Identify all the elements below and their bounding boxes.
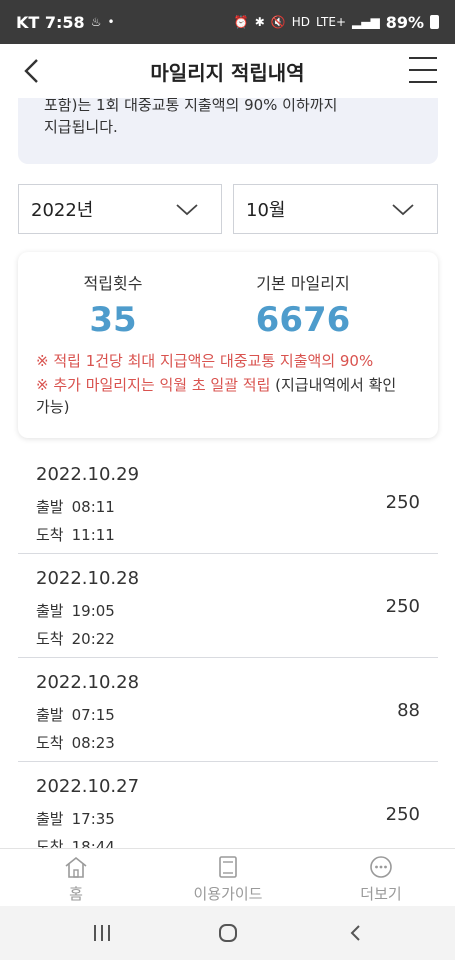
trip-arrival: 도착 08:23 xyxy=(36,732,115,753)
app-header: 마일리지 적립내역 xyxy=(0,44,455,98)
departure-label: 출발 xyxy=(36,706,64,724)
trip-departure: 출발 08:11 xyxy=(36,496,115,517)
trip-date: 2022.10.28 xyxy=(36,568,140,589)
bluetooth-icon: ✱ xyxy=(254,15,265,29)
accrual-count-value: 35 xyxy=(89,300,137,340)
departure-label: 출발 xyxy=(36,498,64,516)
arrival-time: 08:23 xyxy=(71,734,115,752)
chevron-down-icon xyxy=(392,204,414,216)
arrival-label: 도착 xyxy=(36,734,64,752)
book-icon xyxy=(219,856,237,878)
battery-icon xyxy=(430,15,439,29)
accrual-count-stat: 적립횟수 35 xyxy=(63,270,163,340)
trip-arrival: 도착 11:11 xyxy=(36,524,115,545)
accrual-count-label: 적립횟수 xyxy=(83,274,143,293)
hamburger-menu-icon[interactable] xyxy=(409,57,437,83)
list-item: 2022.10.29 출발 08:11 도착 11:11 250 xyxy=(18,450,438,554)
lte-icon: LTE+ xyxy=(316,15,347,29)
departure-time: 19:05 xyxy=(71,602,115,620)
notification-icon: ♨ xyxy=(90,15,102,29)
trip-date: 2022.10.28 xyxy=(36,672,140,693)
year-select[interactable]: 2022년 xyxy=(18,184,222,234)
arrival-time: 18:44 xyxy=(71,838,115,848)
list-item: 2022.10.28 출발 19:05 도착 20:22 250 xyxy=(18,554,438,658)
back-arrow-icon[interactable] xyxy=(18,56,48,86)
trip-mileage-amount: 250 xyxy=(385,804,420,825)
system-nav-bar xyxy=(0,906,455,960)
signal-icon: ▂▄▆ xyxy=(352,15,380,29)
month-select-value: 10월 xyxy=(246,200,286,221)
system-back-icon[interactable] xyxy=(346,923,366,943)
trip-arrival: 도착 18:44 xyxy=(36,836,115,848)
trip-departure: 출발 07:15 xyxy=(36,704,115,725)
more-dots-icon xyxy=(370,856,392,878)
arrival-label: 도착 xyxy=(36,838,64,848)
trip-mileage-amount: 88 xyxy=(397,700,420,721)
arrival-time: 11:11 xyxy=(71,526,115,544)
base-mileage-stat: 기본 마일리지 6676 xyxy=(233,270,373,340)
trip-departure: 출발 17:35 xyxy=(36,808,115,829)
trip-departure: 출발 19:05 xyxy=(36,600,115,621)
departure-time: 07:15 xyxy=(71,706,115,724)
extra-mileage-note: ※ 추가 마일리지는 익월 초 일괄 적립 (지급내역에서 확인 가능) xyxy=(36,374,426,418)
home-icon xyxy=(65,856,87,878)
tab-guide[interactable]: 이용가이드 xyxy=(176,855,280,904)
departure-time: 17:35 xyxy=(71,810,115,828)
tab-home[interactable]: 홈 xyxy=(46,855,106,904)
notice-line-1: 포함)는 1회 대중교통 지출액의 90% 이하까지 xyxy=(44,98,338,114)
extra-mileage-note-gray: (지급내역에서 확인 xyxy=(270,376,397,394)
trip-mileage-amount: 250 xyxy=(385,492,420,513)
list-item: 2022.10.27 출발 17:35 도착 18:44 250 xyxy=(18,762,438,848)
system-home-icon[interactable] xyxy=(218,923,238,943)
base-mileage-value: 6676 xyxy=(255,300,351,340)
trip-mileage-amount: 250 xyxy=(385,596,420,617)
page-title: 마일리지 적립내역 xyxy=(150,60,305,85)
list-item: 2022.10.28 출발 07:15 도착 08:23 88 xyxy=(18,658,438,762)
departure-label: 출발 xyxy=(36,810,64,828)
extra-mileage-note-line2: 가능) xyxy=(36,398,70,416)
arrival-time: 20:22 xyxy=(71,630,115,648)
recent-apps-icon[interactable] xyxy=(92,923,112,943)
battery-percent: 89% xyxy=(385,12,424,32)
bottom-tab-bar: 홈 이용가이드 더보기 xyxy=(0,848,455,906)
notice-box: 포함)는 1회 대중교통 지출액의 90% 이하까지 지급됩니다. xyxy=(18,98,438,164)
trip-arrival: 도착 20:22 xyxy=(36,628,115,649)
carrier-time: KT 7:58 xyxy=(16,12,85,32)
max-payment-note: ※ 적립 1건당 최대 지급액은 대중교통 지출액의 90% xyxy=(36,352,374,370)
base-mileage-label: 기본 마일리지 xyxy=(256,274,350,293)
trip-date: 2022.10.29 xyxy=(36,464,140,485)
alarm-icon: ⏰ xyxy=(233,15,249,29)
year-select-value: 2022년 xyxy=(31,200,94,221)
tab-guide-label: 이용가이드 xyxy=(193,885,263,903)
notice-line-2: 지급됩니다. xyxy=(44,118,118,136)
mute-icon: 🔇 xyxy=(270,15,286,29)
hd-icon: HD xyxy=(291,15,311,29)
month-select[interactable]: 10월 xyxy=(233,184,438,234)
dot-icon: • xyxy=(107,15,115,29)
departure-label: 출발 xyxy=(36,602,64,620)
arrival-label: 도착 xyxy=(36,630,64,648)
summary-card: 적립횟수 35 기본 마일리지 6676 ※ 적립 1건당 최대 지급액은 대중… xyxy=(18,252,438,438)
tab-more[interactable]: 더보기 xyxy=(346,855,416,904)
chevron-down-icon xyxy=(176,204,198,216)
status-bar: KT 7:58 ♨ • ⏰ ✱ 🔇 HD LTE+ ▂▄▆ 89% xyxy=(0,0,455,44)
tab-more-label: 더보기 xyxy=(360,885,402,903)
departure-time: 08:11 xyxy=(71,498,115,516)
extra-mileage-note-red: ※ 추가 마일리지는 익월 초 일괄 적립 xyxy=(36,376,271,394)
arrival-label: 도착 xyxy=(36,526,64,544)
tab-home-label: 홈 xyxy=(69,885,83,903)
trip-list[interactable]: 2022.10.29 출발 08:11 도착 11:11 250 2022.10.2… xyxy=(18,450,438,848)
trip-date: 2022.10.27 xyxy=(36,776,140,797)
